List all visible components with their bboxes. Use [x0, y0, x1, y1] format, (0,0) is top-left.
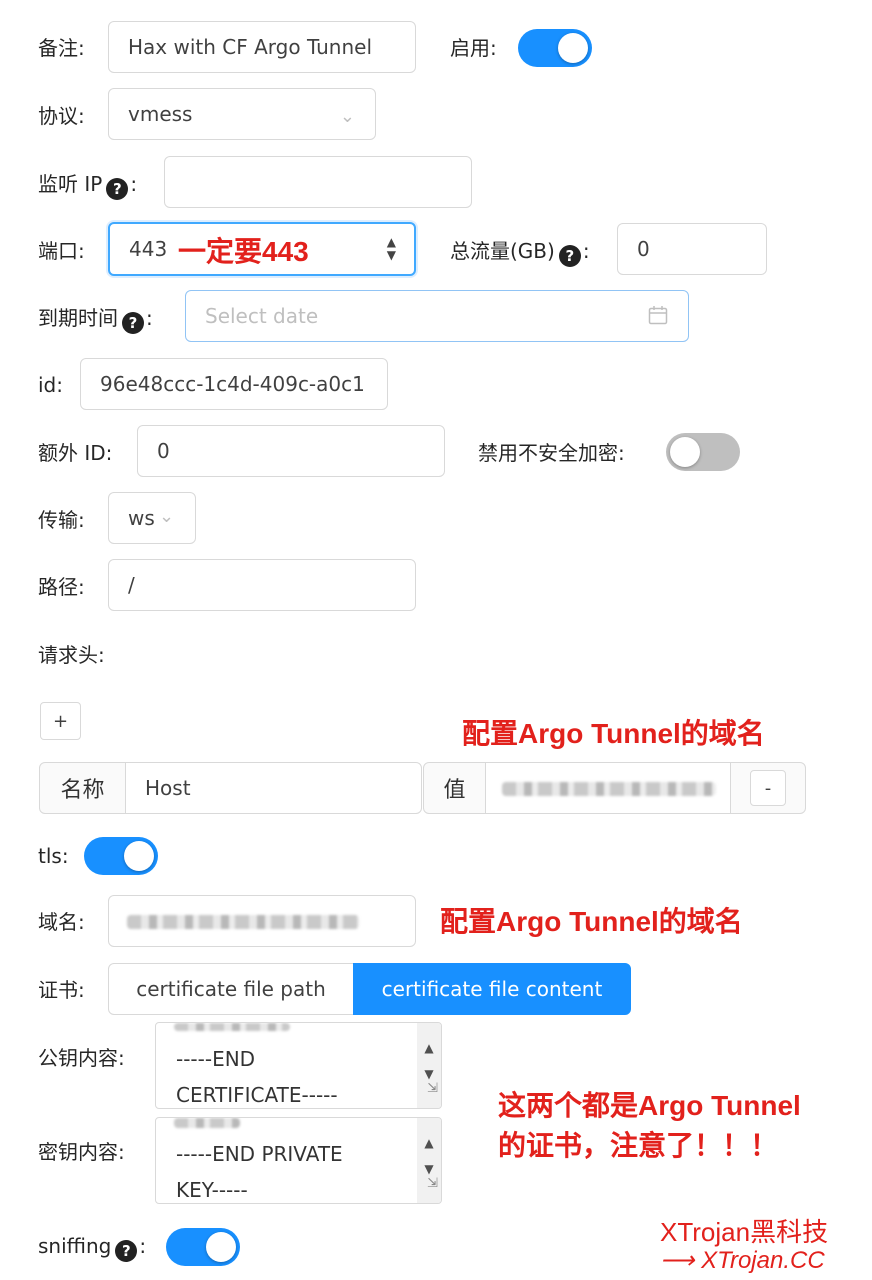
header-name-addon: 名称: [39, 762, 126, 814]
protocol-value: vmess: [128, 102, 193, 126]
private-key-line1: -----END PRIVATE: [176, 1142, 343, 1166]
path-input[interactable]: /: [108, 559, 416, 611]
remark-value: Hax with CF Argo Tunnel: [128, 35, 373, 59]
tls-label: tls:: [38, 844, 69, 868]
redacted-text: [174, 1023, 290, 1031]
public-key-line2: CERTIFICATE-----: [176, 1083, 338, 1107]
sniffing-switch[interactable]: [166, 1228, 240, 1266]
port-value: 443: [129, 237, 168, 261]
expiry-placeholder: Select date: [205, 304, 319, 328]
total-traffic-value: 0: [637, 237, 650, 261]
sniffing-colon: :: [139, 1234, 147, 1258]
id-label: id:: [38, 373, 63, 397]
tab-cert-file-path-label: certificate file path: [136, 977, 326, 1001]
transport-value: ws: [128, 506, 155, 530]
cert-label: 证书:: [38, 978, 85, 1002]
sniffing-label: sniffing?:: [38, 1232, 146, 1262]
watermark-title: XTrojan黑科技: [660, 1217, 829, 1247]
help-icon[interactable]: ?: [122, 312, 144, 334]
alter-id-label: 额外 ID:: [38, 441, 113, 465]
listen-ip-label: 监听 IP?:: [38, 170, 137, 200]
header-name-input[interactable]: Host: [125, 762, 422, 814]
header-name-value: Host: [145, 776, 191, 800]
path-value: /: [128, 573, 135, 597]
expiry-colon: :: [146, 306, 153, 330]
port-note: 一定要443: [178, 236, 309, 267]
tab-cert-file-content[interactable]: certificate file content: [353, 963, 631, 1015]
remark-label: 备注:: [38, 36, 85, 60]
disable-insecure-switch[interactable]: [666, 433, 740, 471]
headers-label: 请求头:: [38, 643, 105, 667]
tab-cert-file-content-label: certificate file content: [381, 977, 603, 1001]
tab-cert-file-path[interactable]: certificate file path: [108, 963, 354, 1015]
remove-header-label: -: [764, 777, 772, 799]
redacted-domain-value: [127, 915, 359, 929]
add-header-label: +: [52, 710, 69, 732]
cert-note-line2: 的证书，注意了！！！: [498, 1130, 779, 1161]
public-key-line1: -----END: [176, 1047, 256, 1071]
alter-id-value: 0: [157, 439, 170, 463]
sniffing-text: sniffing: [38, 1234, 112, 1258]
redacted-text: [174, 1118, 240, 1128]
help-icon[interactable]: ?: [106, 178, 129, 200]
expiry-text: 到期时间: [38, 306, 118, 330]
listen-ip-text: 监听 IP: [38, 172, 103, 196]
stepper-icon[interactable]: ▲ ▼: [387, 236, 396, 262]
private-key-line2: KEY-----: [176, 1178, 248, 1202]
resize-handle-icon[interactable]: ⇲: [427, 1072, 438, 1106]
arrow-right-icon: ⟶: [660, 1247, 695, 1274]
cert-note-line1: 这两个都是Argo Tunnel: [498, 1090, 801, 1121]
cert-note: 这两个都是Argo Tunnel 的证书，注意了！！！: [498, 1086, 801, 1166]
total-traffic-input[interactable]: 0: [617, 223, 767, 275]
add-header-button[interactable]: +: [40, 702, 81, 740]
chevron-down-icon: ⌄: [339, 106, 355, 127]
total-traffic-text: 总流量(GB): [450, 239, 555, 263]
calendar-icon: [648, 305, 668, 325]
header-value-input[interactable]: [485, 762, 731, 814]
public-key-label: 公钥内容:: [38, 1046, 125, 1070]
path-label: 路径:: [38, 575, 85, 599]
header-domain-note: 配置Argo Tunnel的域名: [462, 718, 765, 749]
header-value-addon: 值: [423, 762, 486, 814]
total-traffic-colon: :: [582, 239, 590, 263]
header-name-label: 名称: [60, 778, 105, 803]
id-value: 96e48ccc-1c4d-409c-a0c1: [100, 372, 365, 396]
domain-input[interactable]: [108, 895, 416, 947]
id-input[interactable]: 96e48ccc-1c4d-409c-a0c1: [80, 358, 388, 410]
listen-ip-colon: :: [130, 172, 138, 196]
header-remove-addon: -: [730, 762, 806, 814]
total-traffic-label: 总流量(GB)?:: [450, 237, 590, 267]
domain-note: 配置Argo Tunnel的域名: [440, 906, 743, 937]
listen-ip-input[interactable]: [164, 156, 472, 208]
help-icon[interactable]: ?: [558, 245, 581, 267]
port-label: 端口:: [38, 239, 85, 263]
help-icon[interactable]: ?: [115, 1240, 138, 1262]
transport-label: 传输:: [38, 508, 85, 532]
transport-select[interactable]: ws ⌄: [108, 492, 196, 544]
private-key-textarea[interactable]: -----END PRIVATE KEY----- ▲ ▼ ⇲: [155, 1117, 442, 1204]
expiry-date-picker[interactable]: Select date: [185, 290, 689, 342]
watermark-url-text: XTrojan.CC: [701, 1247, 825, 1274]
chevron-down-icon: ⌄: [159, 506, 175, 527]
domain-label: 域名:: [38, 910, 85, 934]
resize-handle-icon[interactable]: ⇲: [427, 1167, 438, 1201]
disable-insecure-label: 禁用不安全加密:: [478, 441, 625, 465]
watermark-url: ⟶ XTrojan.CC: [660, 1246, 825, 1275]
private-key-label: 密钥内容:: [38, 1140, 125, 1164]
tls-switch[interactable]: [84, 837, 158, 875]
header-value-label: 值: [443, 778, 466, 803]
enable-switch[interactable]: [518, 29, 592, 67]
alter-id-input[interactable]: 0: [137, 425, 445, 477]
remark-input[interactable]: Hax with CF Argo Tunnel: [108, 21, 416, 73]
remove-header-button[interactable]: -: [750, 770, 786, 806]
enable-label: 启用:: [450, 36, 497, 60]
expiry-label: 到期时间?:: [38, 304, 153, 334]
public-key-textarea[interactable]: -----END CERTIFICATE----- ▲ ▼ ⇲: [155, 1022, 442, 1109]
redacted-header-value: [502, 782, 716, 796]
protocol-select[interactable]: vmess ⌄: [108, 88, 376, 140]
protocol-label: 协议:: [38, 104, 85, 128]
